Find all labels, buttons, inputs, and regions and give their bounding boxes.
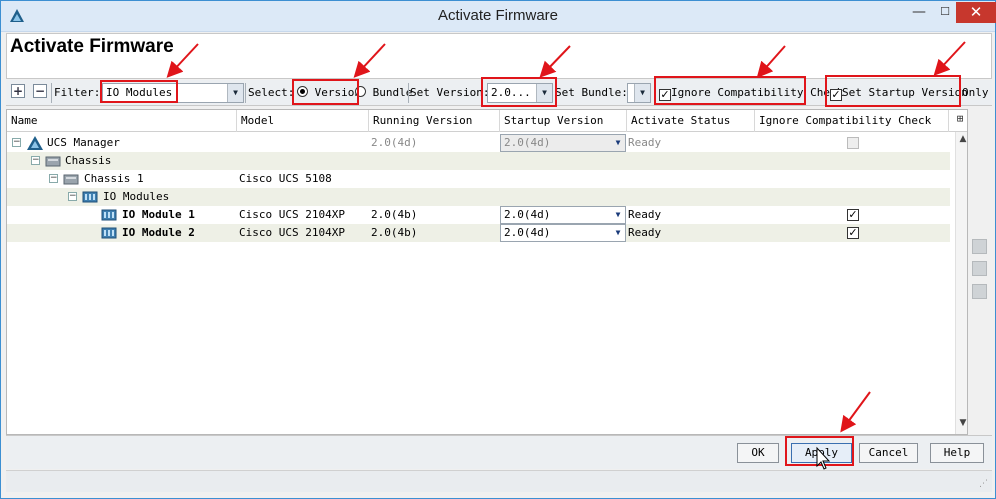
dialog-header: Activate Firmware <box>6 33 992 79</box>
tree-collapse-icon[interactable]: − <box>68 192 77 201</box>
table-row[interactable]: IO Module 2 Cisco UCS 2104XP 2.0(4b) 2.0… <box>7 224 950 242</box>
vertical-scrollbar[interactable]: ▲ ▼ <box>955 132 967 434</box>
row-name: IO Module 1 <box>122 208 195 221</box>
status-bar: ⋰ <box>6 470 992 492</box>
chevron-down-icon[interactable]: ▼ <box>227 84 243 102</box>
annotation-box-ignore-compatibility <box>654 76 806 105</box>
side-add-icon[interactable] <box>972 239 987 254</box>
ok-button[interactable]: OK <box>737 443 779 463</box>
row-model: Cisco UCS 5108 <box>239 172 332 185</box>
io-module-icon <box>101 209 117 221</box>
chevron-down-icon[interactable]: ▼ <box>611 207 625 223</box>
resize-grip-icon[interactable]: ⋰ <box>979 479 988 489</box>
annotation-box-filter <box>100 80 178 103</box>
tree-collapse-icon[interactable]: − <box>12 138 21 147</box>
startup-version-select: 2.0(4d) ▼ <box>500 134 626 152</box>
column-header-name[interactable]: Name <box>7 110 237 132</box>
toolbar-divider <box>408 83 409 103</box>
row-name: IO Module 2 <box>122 226 195 239</box>
tree-collapse-icon[interactable]: − <box>49 174 58 183</box>
column-chooser-icon[interactable]: ⊞ <box>953 112 967 128</box>
io-module-icon <box>82 191 98 203</box>
ucs-manager-icon <box>27 136 43 150</box>
annotation-box-version <box>292 79 359 105</box>
row-running-version: 2.0(4b) <box>371 226 418 239</box>
expand-all-icon[interactable]: + <box>11 84 25 98</box>
cancel-button[interactable]: Cancel <box>859 443 918 463</box>
bundle-radio-label: Bundle <box>372 86 413 99</box>
row-model: Cisco UCS 2104XP <box>239 226 345 239</box>
startup-version-value: 2.0(4d) <box>504 226 551 239</box>
table-row[interactable]: − UCS Manager 2.0(4d) 2.0(4d) ▼ Ready <box>7 134 950 152</box>
column-header-running-version[interactable]: Running Version <box>369 110 500 132</box>
set-bundle-label: Set Bundle: <box>555 86 628 99</box>
collapse-all-icon[interactable]: − <box>33 84 47 98</box>
tree-collapse-icon[interactable]: − <box>31 156 40 165</box>
chevron-down-icon[interactable]: ▼ <box>611 225 625 241</box>
row-running-version: 2.0(4b) <box>371 208 418 221</box>
scroll-down-icon[interactable]: ▼ <box>956 418 967 432</box>
ignore-compatibility-checkbox[interactable]: ✓ <box>847 227 859 239</box>
startup-version-value: 2.0(4d) <box>504 208 551 221</box>
chassis-icon <box>45 156 61 167</box>
page-title: Activate Firmware <box>10 36 174 57</box>
bundle-radio[interactable]: Bundle <box>355 80 412 106</box>
row-activate-status: Ready <box>628 226 662 239</box>
column-header-activate-status[interactable]: Activate Status <box>627 110 755 132</box>
table-row[interactable]: IO Module 1 Cisco UCS 2104XP 2.0(4b) 2.0… <box>7 206 950 224</box>
annotation-box-startup-version <box>825 75 961 107</box>
startup-version-value: 2.0(4d) <box>504 136 551 149</box>
side-delete-icon[interactable] <box>972 261 987 276</box>
set-version-label: Set Version: <box>410 86 490 99</box>
table-row[interactable]: − IO Modules <box>7 188 950 206</box>
set-bundle-select[interactable]: ▼ <box>627 83 651 103</box>
startup-version-select[interactable]: 2.0(4d) ▼ <box>500 224 626 242</box>
row-activate-status: Ready <box>628 208 662 221</box>
io-module-icon <box>101 227 117 239</box>
annotation-box-set-version <box>481 77 557 107</box>
startup-version-select[interactable]: 2.0(4d) ▼ <box>500 206 626 224</box>
column-header-model[interactable]: Model <box>237 110 369 132</box>
row-name: IO Modules <box>103 190 170 203</box>
row-running-version: 2.0(4d) <box>371 136 418 149</box>
help-button[interactable]: Help <box>930 443 984 463</box>
close-button[interactable]: ✕ <box>956 2 996 23</box>
minimize-button[interactable]: — <box>904 2 934 24</box>
window-title: Activate Firmware <box>437 7 559 24</box>
title-bar: Activate Firmware — ☐ ✕ <box>1 1 996 32</box>
toolbar-divider <box>51 83 52 103</box>
filter-label: Filter: <box>54 86 101 99</box>
toolbar-divider <box>245 83 246 103</box>
row-activate-status: Ready <box>628 136 662 149</box>
only-label: Only <box>962 86 989 99</box>
side-copy-icon[interactable] <box>972 284 987 299</box>
firmware-table: Name Model Running Version Startup Versi… <box>6 109 968 435</box>
select-label: Select: <box>248 86 295 99</box>
ignore-compatibility-checkbox[interactable]: ✓ <box>847 209 859 221</box>
chevron-down-icon: ▼ <box>615 138 621 147</box>
table-row[interactable]: − Chassis <box>7 152 950 170</box>
column-header-ignore-compatibility[interactable]: Ignore Compatibility Check <box>755 110 949 132</box>
column-header-startup-version[interactable]: Startup Version <box>500 110 627 132</box>
row-model: Cisco UCS 2104XP <box>239 208 345 221</box>
table-header: Name Model Running Version Startup Versi… <box>7 110 967 132</box>
scroll-up-icon[interactable]: ▲ <box>956 134 967 148</box>
annotation-box-apply <box>785 436 854 466</box>
table-row[interactable]: − Chassis 1 Cisco UCS 5108 <box>7 170 950 188</box>
row-name: Chassis 1 <box>84 172 144 185</box>
row-name: UCS Manager <box>47 136 120 149</box>
ignore-compatibility-checkbox <box>847 137 859 149</box>
chassis-icon <box>63 174 79 185</box>
row-name: Chassis <box>65 154 112 167</box>
maximize-button[interactable]: ☐ <box>934 2 956 24</box>
chevron-down-icon[interactable]: ▼ <box>634 84 650 102</box>
